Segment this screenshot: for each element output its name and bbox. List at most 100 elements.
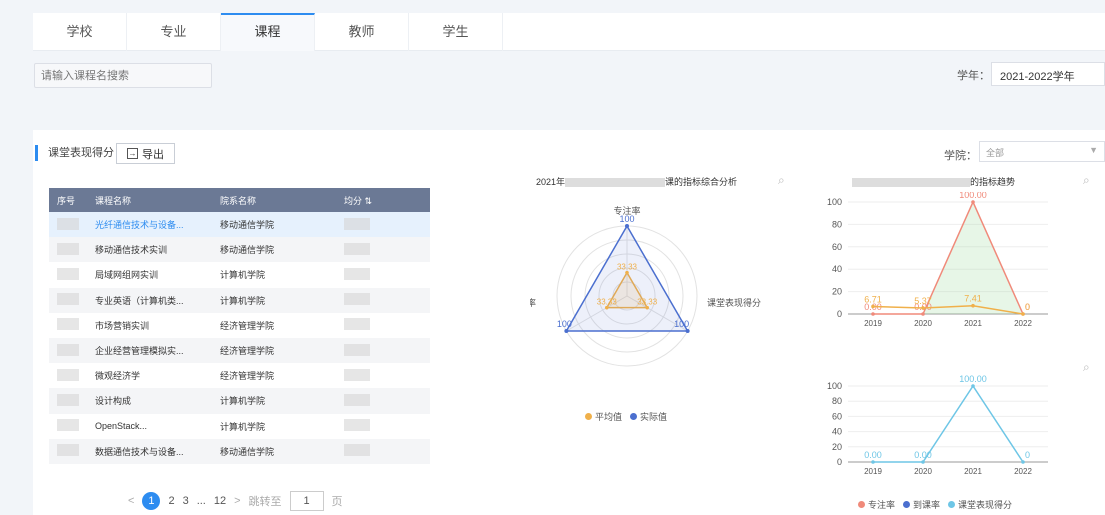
x-tick-label: 2020 bbox=[914, 467, 932, 476]
tab-course[interactable]: 课程 bbox=[221, 13, 315, 51]
bottom-legend: 专注率 到课率 课堂表现得分 bbox=[858, 498, 1012, 511]
y-tick-label: 0 bbox=[837, 309, 842, 319]
legend-focus-rate[interactable]: 专注率 bbox=[858, 498, 895, 511]
page-1[interactable]: 1 bbox=[142, 492, 161, 510]
course-name[interactable]: OpenStack... bbox=[83, 414, 208, 439]
zoom-icon[interactable]: ⌕ bbox=[778, 173, 785, 188]
series-point bbox=[921, 460, 925, 464]
radar-label-actual: 100 bbox=[674, 319, 689, 329]
dept-name: 计算机学院 bbox=[220, 270, 266, 281]
avg-score bbox=[332, 313, 430, 338]
course-search-input[interactable] bbox=[34, 63, 212, 88]
table-row[interactable]: OpenStack... 计算机学院 bbox=[49, 414, 430, 439]
avg-score bbox=[332, 262, 430, 287]
radar-point-actual bbox=[685, 329, 690, 333]
year-select[interactable]: 2021-2022学年 bbox=[991, 62, 1105, 86]
tab-major[interactable]: 专业 bbox=[127, 13, 221, 51]
table-row[interactable]: 专业英语（计算机类... 计算机学院 bbox=[49, 287, 430, 313]
legend-average[interactable]: 平均值 bbox=[585, 410, 622, 423]
page-3[interactable]: 3 bbox=[183, 495, 189, 507]
series-line bbox=[873, 384, 1024, 463]
course-name[interactable]: 移动通信技术实训 bbox=[83, 237, 208, 262]
y-tick-label: 40 bbox=[832, 264, 842, 274]
college-label: 学院： bbox=[944, 150, 977, 162]
series-point bbox=[1021, 460, 1025, 464]
series-point bbox=[971, 200, 975, 204]
legend-attendance-rate[interactable]: 到课率 bbox=[903, 498, 940, 511]
avg-score bbox=[332, 439, 430, 464]
course-name[interactable]: 企业经营管理模拟实... bbox=[83, 338, 208, 363]
page-2[interactable]: 2 bbox=[168, 495, 174, 507]
course-table: 序号 课程名称 院系名称 均分 ⇅ 光纤通信技术与设备... 移动通信学院 移动通信… bbox=[49, 188, 430, 464]
course-name[interactable]: 市场营销实训 bbox=[83, 313, 208, 338]
legend-actual[interactable]: 实际值 bbox=[630, 410, 667, 423]
x-tick-label: 2019 bbox=[864, 467, 882, 476]
y-tick-label: 100 bbox=[827, 197, 842, 207]
x-tick-label: 2022 bbox=[1014, 467, 1032, 476]
radar-legend: 平均值 实际值 bbox=[585, 410, 667, 423]
x-tick-label: 2021 bbox=[964, 467, 982, 476]
y-tick-label: 80 bbox=[832, 396, 842, 406]
col-dept-name: 院系名称 bbox=[220, 195, 257, 206]
dept-name: 经济管理学院 bbox=[220, 346, 275, 357]
series-point bbox=[921, 312, 925, 316]
jump-page-input[interactable]: 1 bbox=[289, 491, 324, 511]
trend-title: 的指标趋势 bbox=[852, 175, 1015, 188]
export-button[interactable]: → 导出 bbox=[116, 143, 175, 164]
row-index bbox=[49, 212, 83, 237]
page-12[interactable]: 12 bbox=[214, 495, 226, 507]
sort-icon[interactable]: ⇅ bbox=[365, 196, 373, 206]
course-name[interactable]: 数据通信技术与设备... bbox=[83, 439, 208, 464]
avg-score bbox=[332, 237, 430, 262]
row-index bbox=[49, 363, 83, 388]
zoom-icon-trend[interactable]: ⌕ bbox=[1083, 173, 1090, 188]
dept-name: 移动通信学院 bbox=[220, 446, 275, 457]
tab-student[interactable]: 学生 bbox=[409, 13, 503, 51]
table-row[interactable]: 设计构成 计算机学院 bbox=[49, 388, 430, 414]
col-course-name: 课程名称 bbox=[95, 195, 132, 206]
y-tick-label: 40 bbox=[832, 427, 842, 437]
y-tick-label: 100 bbox=[827, 381, 842, 391]
legend-classroom-score[interactable]: 课堂表现得分 bbox=[948, 498, 1012, 511]
prev-page-button[interactable]: < bbox=[128, 495, 134, 507]
course-name[interactable]: 光纤通信技术与设备... bbox=[83, 212, 208, 237]
x-tick-label: 2021 bbox=[964, 319, 982, 328]
series-point bbox=[921, 306, 925, 310]
series-point bbox=[871, 304, 875, 309]
page-unit: 页 bbox=[331, 496, 343, 508]
table-row[interactable]: 企业经营管理模拟实... 经济管理学院 bbox=[49, 337, 430, 364]
panel-title: 课堂表现得分 bbox=[35, 145, 114, 161]
dept-name: 经济管理学院 bbox=[220, 320, 275, 331]
avg-score bbox=[332, 363, 430, 388]
page-ellipsis: ... bbox=[196, 495, 206, 507]
course-name[interactable]: 专业英语（计算机类... bbox=[83, 288, 208, 313]
tab-teacher[interactable]: 教师 bbox=[315, 13, 409, 51]
radar-series-actual bbox=[565, 224, 689, 332]
dept-name: 计算机学院 bbox=[220, 295, 266, 306]
course-name[interactable]: 设计构成 bbox=[83, 388, 208, 413]
nav-tabs: 学校 专业 课程 教师 学生 bbox=[33, 13, 1105, 51]
next-page-button[interactable]: > bbox=[234, 495, 240, 507]
y-tick-label: 20 bbox=[832, 287, 842, 297]
table-row[interactable]: 微观经济学 经济管理学院 bbox=[49, 363, 430, 388]
table-row[interactable]: 移动通信技术实训 移动通信学院 bbox=[49, 237, 430, 263]
table-row[interactable]: 数据通信技术与设备... 移动通信学院 bbox=[49, 438, 430, 464]
table-row[interactable]: 局域网组网实训 计算机学院 bbox=[49, 262, 430, 287]
table-row[interactable]: 光纤通信技术与设备... 移动通信学院 bbox=[49, 212, 430, 238]
radar-title: 2021年 课的指标综合分析 bbox=[536, 177, 738, 188]
zoom-icon-trend-2[interactable]: ⌕ bbox=[1083, 360, 1090, 375]
x-tick-label: 2019 bbox=[864, 319, 882, 328]
tab-school[interactable]: 学校 bbox=[33, 13, 127, 51]
series-point bbox=[871, 312, 875, 316]
college-select[interactable]: 全部 ▼ bbox=[979, 141, 1105, 162]
radar-label-actual: 100 bbox=[557, 319, 572, 329]
data-label: 7.41 bbox=[964, 294, 982, 304]
course-name[interactable]: 局域网组网实训 bbox=[83, 262, 208, 287]
table-row[interactable]: 市场营销实训 经济管理学院 bbox=[49, 313, 430, 338]
course-name[interactable]: 微观经济学 bbox=[83, 363, 208, 388]
y-tick-label: 20 bbox=[832, 442, 842, 452]
col-avg-score[interactable]: 均分 ⇅ bbox=[332, 188, 430, 212]
row-index bbox=[49, 262, 83, 287]
export-icon: → bbox=[127, 148, 138, 159]
table-header-row: 序号 课程名称 院系名称 均分 ⇅ bbox=[49, 188, 430, 212]
